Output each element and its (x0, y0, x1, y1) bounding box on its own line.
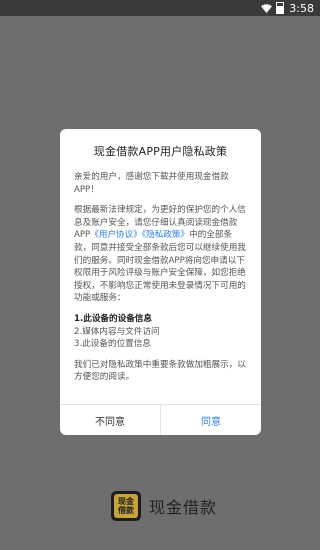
disagree-button[interactable]: 不同意 (60, 405, 161, 435)
greeting-text: 亲爱的用户，感谢您下载并使用现金借款APP！ (74, 172, 229, 195)
dialog-buttons: 不同意 同意 (60, 404, 261, 435)
dialog-body: 亲爱的用户，感谢您下载并使用现金借款APP！ 根据最新法律规定，为更好的保护您的… (74, 171, 247, 392)
battery-icon (276, 2, 285, 14)
policy-paragraph: 根据最新法律规定，为更好的保护您的个人信息及账户安全，请您仔细认真阅读现金借款A… (74, 204, 247, 305)
logo-text-line1: 现金 (118, 497, 134, 506)
app-name: 现金借款 (149, 498, 218, 517)
privacy-dialog: 现金借款APP用户隐私政策 亲爱的用户，感谢您下载并使用现金借款APP！ 根据最… (60, 129, 261, 435)
agree-button[interactable]: 同意 (161, 405, 261, 435)
permission-item-1: 1.此设备的设备信息 (74, 313, 152, 324)
dialog-title: 现金借款APP用户隐私政策 (93, 145, 228, 158)
privacy-policy-link[interactable]: 《隐私政策》 (142, 230, 189, 240)
closing-text: 我们已对隐私政策中重要条款做加粗展示，以方便您的阅读。 (74, 359, 246, 383)
permission-item-3: 3.此设备的位置信息 (74, 339, 151, 350)
status-bar: 3:58 (0, 0, 320, 16)
app-brand: 现金 借款 现金借款 (111, 489, 217, 523)
policy-text-2: 中的全部条款，同意并接受全部条款后您可以继续使用我们的服务。同时现金借款APP将… (74, 230, 246, 304)
user-agreement-link[interactable]: 《用户协议》 (90, 230, 142, 240)
logo-text-line2: 借款 (118, 506, 134, 515)
app-logo-icon: 现金 借款 (111, 491, 141, 521)
permission-item-2: 2.媒体内容与文件访问 (74, 326, 160, 337)
wifi-icon (261, 3, 273, 13)
status-time: 3:58 (289, 1, 314, 15)
